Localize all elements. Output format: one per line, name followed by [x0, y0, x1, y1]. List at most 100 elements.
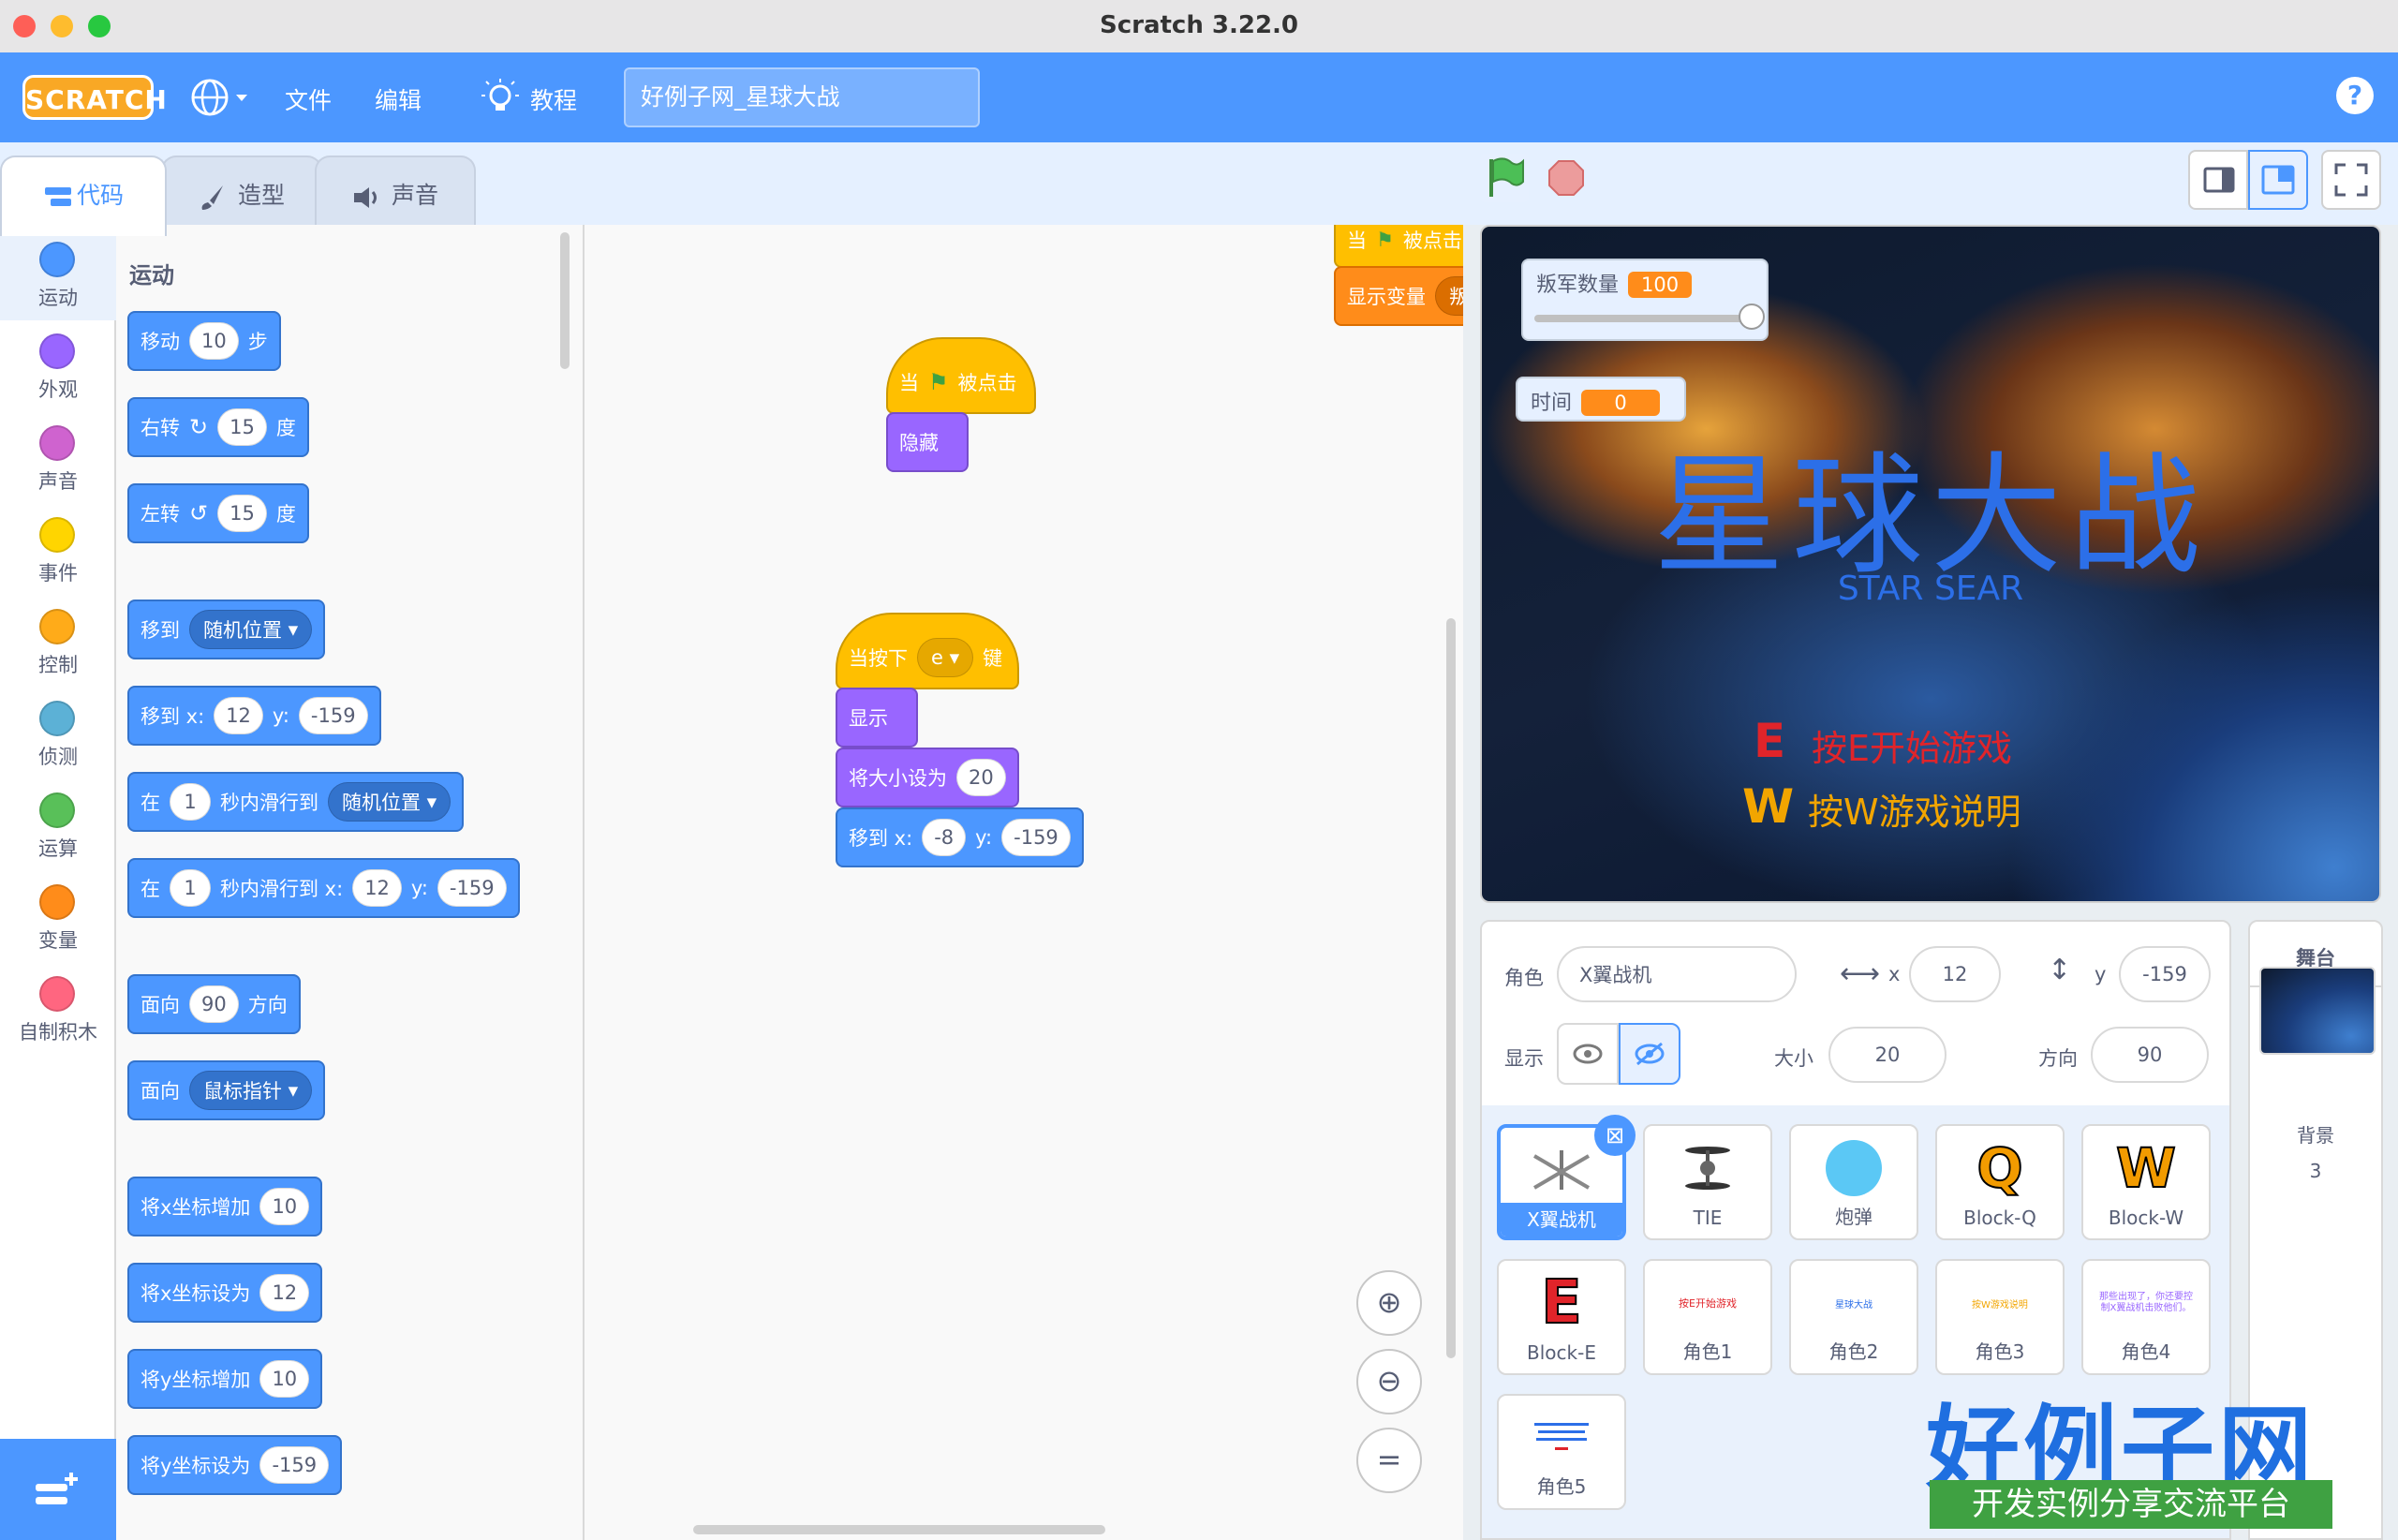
- sprite-tile-name: 角色5: [1536, 1475, 1587, 1498]
- offscreen-script[interactable]: 当 ⚑ 被点击 显示变量叛: [1334, 225, 1463, 337]
- category-6[interactable]: 侦测: [0, 688, 116, 779]
- sprite-tile[interactable]: 那些出现了，你还要控制X翼战机击败他们。 角色4: [2081, 1259, 2211, 1375]
- block-goto-xy[interactable]: 移到 x: 12 y: -159: [127, 686, 381, 746]
- workspace-horizontal-scrollbar[interactable]: [693, 1525, 1105, 1534]
- hide-block[interactable]: 隐藏: [886, 412, 969, 472]
- tutorials-menu[interactable]: 教程: [478, 75, 628, 120]
- block-glide-to[interactable]: 在 1 秒内滑行到 随机位置 ▾: [127, 772, 465, 832]
- size-label: 大小: [1774, 1047, 1813, 1070]
- category-5[interactable]: 控制: [0, 596, 116, 688]
- category-dot: [39, 884, 75, 920]
- set-size-block[interactable]: 将大小设为 20: [836, 748, 1019, 807]
- start-instruction: 按E开始游戏: [1812, 728, 2013, 769]
- goto-xy-block[interactable]: 移到 x: -8 y: -159: [836, 807, 1084, 867]
- sprite-thumbnail-text: 按E开始游戏: [1679, 1297, 1737, 1310]
- category-label: 声音: [38, 470, 78, 493]
- category-label: 运动: [38, 287, 78, 309]
- block-glide-xy[interactable]: 在 1 秒内滑行到 x: 12 y: -159: [127, 858, 520, 918]
- size-input[interactable]: 20: [1828, 1027, 1947, 1083]
- stop-button[interactable]: [1547, 159, 1585, 197]
- when-key-pressed-hat[interactable]: 当按下 e ▾ 键: [836, 613, 1019, 689]
- category-9[interactable]: 自制积木: [0, 963, 116, 1055]
- block-change-x[interactable]: 将x坐标增加 10: [127, 1177, 323, 1236]
- show-hidden-button[interactable]: [1619, 1023, 1680, 1085]
- stage-header: [1463, 142, 2398, 225]
- block-point-direction[interactable]: 面向 90 方向: [127, 974, 301, 1034]
- delete-sprite-button[interactable]: ⊠: [1594, 1115, 1636, 1156]
- show-variable-block[interactable]: 显示变量叛: [1334, 266, 1463, 326]
- code-workspace[interactable]: 当 ⚑ 被点击 隐藏 当按下 e ▾ 键 显示 将大小设为 20 移到 x: -8 y: -15…: [585, 225, 1463, 1540]
- sprite-tile[interactable]: 星球大战 角色2: [1789, 1259, 1918, 1375]
- when-flag-clicked-hat[interactable]: 当 ⚑ 被点击: [886, 337, 1036, 414]
- eye-icon: [1573, 1044, 1603, 1064]
- block-change-y[interactable]: 将y坐标增加 10: [127, 1349, 323, 1409]
- tab-code[interactable]: 代码: [0, 155, 167, 236]
- slider-handle[interactable]: [1739, 304, 1765, 330]
- text-thumbnail: [1499, 1405, 1624, 1471]
- project-title-input[interactable]: 好例子网_星球大战: [624, 67, 980, 127]
- sprite-tile[interactable]: 按W游戏说明 角色3: [1935, 1259, 2065, 1375]
- window-titlebar: Scratch 3.22.0: [0, 0, 2398, 53]
- help-button[interactable]: ?: [2336, 77, 2374, 114]
- text-thumbnail: 按E开始游戏: [1645, 1270, 1770, 1336]
- normal-stage-button[interactable]: [2248, 150, 2308, 210]
- green-flag-button[interactable]: [1480, 154, 1529, 202]
- y-input[interactable]: -159: [2119, 946, 2211, 1002]
- add-extension-button[interactable]: [0, 1439, 116, 1540]
- sprite-tile[interactable]: 按E开始游戏 角色1: [1643, 1259, 1772, 1375]
- show-block[interactable]: 显示: [836, 688, 918, 748]
- sprite-tile[interactable]: X翼战机 ⊠: [1497, 1115, 1636, 1240]
- sprite-tile[interactable]: TIE: [1643, 1124, 1772, 1240]
- code-blocks-icon: [45, 187, 71, 206]
- palette-scrollbar[interactable]: [560, 232, 570, 369]
- category-3[interactable]: 声音: [0, 412, 116, 504]
- zoom-in-button[interactable]: ⊕: [1356, 1270, 1422, 1336]
- category-2[interactable]: 外观: [0, 320, 116, 412]
- sprite-tile[interactable]: 炮弹: [1789, 1124, 1918, 1240]
- sprite-tile[interactable]: 角色5: [1497, 1394, 1626, 1510]
- tab-sounds[interactable]: 声音: [315, 155, 476, 232]
- sprite-name-input[interactable]: X翼战机: [1557, 946, 1797, 1002]
- edit-menu[interactable]: 编辑: [375, 82, 422, 116]
- fullscreen-button[interactable]: [2321, 150, 2381, 210]
- backdrop-thumbnail[interactable]: [2259, 967, 2376, 1055]
- show-visible-button[interactable]: [1557, 1023, 1619, 1085]
- block-point-towards[interactable]: 面向 鼠标指针 ▾: [127, 1060, 326, 1120]
- sprite-tile[interactable]: Q Block-Q: [1935, 1124, 2065, 1240]
- sprite-tile-name: Block-W: [2108, 1207, 2184, 1229]
- zoom-reset-button[interactable]: =: [1356, 1428, 1422, 1493]
- window-title: Scratch 3.22.0: [1099, 11, 1299, 39]
- paintbrush-icon: [201, 185, 223, 210]
- start-key-glyph: E: [1754, 714, 1786, 768]
- block-turn-right[interactable]: 右转 ↻ 15 度: [127, 397, 309, 457]
- zoom-out-button[interactable]: ⊖: [1356, 1349, 1422, 1414]
- scratch-logo[interactable]: SCRATCH: [22, 75, 167, 120]
- file-menu[interactable]: 文件: [285, 82, 332, 116]
- sprite-tile[interactable]: E Block-E: [1497, 1259, 1626, 1375]
- small-stage-button[interactable]: [2188, 150, 2248, 210]
- sprite-tile-name: X翼战机: [1501, 1203, 1622, 1236]
- sprite-tile[interactable]: W Block-W: [2081, 1124, 2211, 1240]
- x-input[interactable]: 12: [1909, 946, 2001, 1002]
- category-1[interactable]: 运动: [0, 229, 116, 320]
- block-goto[interactable]: 移到 随机位置 ▾: [127, 600, 326, 659]
- block-move-steps[interactable]: 移动 10 步: [127, 311, 281, 371]
- category-8[interactable]: 变量: [0, 871, 116, 963]
- block-set-x[interactable]: 将x坐标设为 12: [127, 1263, 323, 1323]
- cannonball-icon: [1791, 1135, 1917, 1201]
- tab-costumes[interactable]: 造型: [161, 155, 322, 232]
- category-dot: [39, 609, 75, 644]
- monitor-rebels-slider[interactable]: [1534, 304, 1765, 330]
- block-turn-left[interactable]: 左转 ↺ 15 度: [127, 483, 309, 543]
- category-4[interactable]: 事件: [0, 504, 116, 596]
- zoom-out-icon: ⊖: [1376, 1363, 1402, 1399]
- backdrop-count: 3: [2309, 1160, 2322, 1182]
- letter-e-thumbnail: E: [1499, 1267, 1624, 1339]
- direction-input[interactable]: 90: [2091, 1027, 2209, 1083]
- when-flag-clicked-hat-2[interactable]: 当 ⚑ 被点击: [1334, 225, 1463, 268]
- category-7[interactable]: 运算: [0, 779, 116, 871]
- block-set-y[interactable]: 将y坐标设为 -159: [127, 1435, 343, 1495]
- language-menu[interactable]: [187, 75, 253, 120]
- workspace-vertical-scrollbar[interactable]: [1446, 618, 1456, 1358]
- stage-canvas[interactable]: 叛军数量 100 时间 0 星球大战 STAR SEAR E 按E开始游戏 W 按W…: [1480, 225, 2381, 903]
